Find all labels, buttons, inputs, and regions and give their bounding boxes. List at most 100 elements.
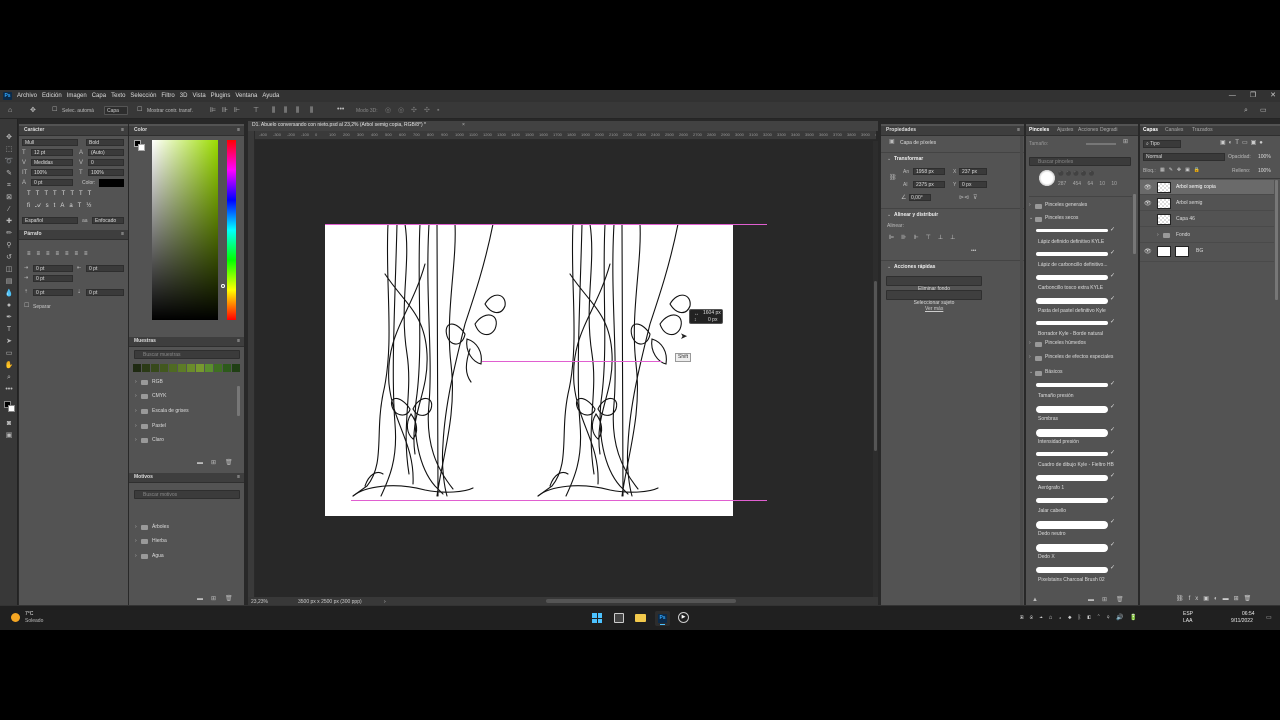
swatch-chip[interactable] <box>133 364 141 372</box>
pattern-group-water[interactable]: › Agua <box>133 550 233 564</box>
background-color-swatch[interactable] <box>8 405 15 412</box>
see-more-link[interactable]: Ver más <box>925 306 943 313</box>
swatch-chip[interactable] <box>160 364 168 372</box>
layers-scrollbar[interactable] <box>1275 180 1278 300</box>
new-pattern-icon[interactable]: ⊞ <box>211 595 216 604</box>
media-player-icon[interactable]: ▶ <box>678 612 689 623</box>
delete-pattern-icon[interactable]: 🗑 <box>225 595 233 604</box>
flip-horizontal-icon[interactable]: ⊳⊲ <box>959 194 969 203</box>
start-button-icon[interactable] <box>592 613 602 623</box>
align-more-icon[interactable]: ••• <box>971 248 976 255</box>
font-family-select[interactable]: Mull <box>22 139 78 146</box>
swatches-scrollbar[interactable] <box>237 386 240 416</box>
hand-icon[interactable]: ✋ <box>4 361 14 371</box>
clock-time[interactable]: 06:54 <box>1242 611 1255 618</box>
canvas-vertical-scrollbar[interactable] <box>873 141 878 597</box>
brush-group-special[interactable]: › Pinceles de efectos especiales <box>1026 352 1131 364</box>
menu-ayuda[interactable]: Ayuda <box>262 93 279 99</box>
height-field[interactable]: 2375 px <box>913 181 945 188</box>
type-icon[interactable]: T <box>4 325 14 335</box>
language-indicator-top[interactable]: ESP <box>1183 611 1193 618</box>
swatch-chip[interactable] <box>205 364 213 372</box>
flip-vertical-icon[interactable]: ⊽ <box>973 194 977 203</box>
align-left-icon[interactable]: ⊫ <box>210 106 216 115</box>
visibility-eye-icon[interactable]: 👁 <box>1144 200 1152 207</box>
horizontal-scale-field[interactable]: 100% <box>88 169 124 176</box>
layer-row[interactable]: 👁 Arbol semig <box>1140 196 1274 211</box>
align-center-icon[interactable]: ⊪ <box>222 106 228 115</box>
menu-archivo[interactable]: Archivo <box>17 93 37 99</box>
new-group-icon[interactable]: ▬ <box>197 459 203 468</box>
menu-seleccion[interactable]: Selección <box>130 93 156 99</box>
visibility-eye-icon[interactable]: 👁 <box>1144 184 1152 191</box>
brush-preset-item[interactable]: ✓ Tamaño presión <box>1026 380 1131 403</box>
new-brush-group-icon[interactable]: ▬ <box>1088 596 1094 605</box>
text-style-buttons[interactable]: TTTTTTTT <box>27 190 96 198</box>
distribute-icon[interactable]: ⫼ <box>272 106 275 115</box>
menu-imagen[interactable]: Imagen <box>67 93 87 99</box>
new-brush-preset-icon[interactable]: ⊞ <box>1102 596 1107 605</box>
x-field[interactable]: 237 px <box>959 168 987 175</box>
group-expand-icon[interactable]: › <box>1157 232 1159 239</box>
pan-3d-icon[interactable]: ✣ <box>411 106 417 115</box>
transform-collapse-icon[interactable]: ⌄ <box>887 156 891 163</box>
leading-field[interactable]: (Auto) <box>88 149 124 156</box>
move-tool-icon[interactable]: ✥ <box>30 106 36 115</box>
tracking-field[interactable]: 0 <box>88 159 124 166</box>
quick-select-icon[interactable]: ✎ <box>4 169 14 179</box>
blend-mode-select[interactable]: Normal <box>1143 153 1225 161</box>
hyphenate-checkbox[interactable]: ☐ <box>24 302 29 311</box>
marquee-icon[interactable]: ⬚ <box>4 145 14 155</box>
scale-3d-icon[interactable]: ▪ <box>437 106 439 115</box>
brush-preset-item[interactable]: ✓ Aerógrafo 1 <box>1026 472 1131 495</box>
distribute-v-icon[interactable]: ⫼ <box>296 106 299 115</box>
menu-capa[interactable]: Capa <box>92 93 106 99</box>
panel-menu-icon[interactable]: ≡ <box>237 474 240 480</box>
color-picker-marker[interactable] <box>221 284 225 288</box>
lasso-icon[interactable]: ➰ <box>4 157 14 167</box>
horizontal-ruler[interactable]: -400 -300 -200 -100 0 100 200 300 400 500 600 700 80… <box>255 131 876 140</box>
font-size-field[interactable]: 12 pt <box>31 149 73 156</box>
bg-color-chip[interactable] <box>138 144 145 151</box>
brush-group-basic[interactable]: ⌄ Básicos <box>1026 367 1131 379</box>
tab-actions[interactable]: Acciones <box>1078 127 1098 133</box>
font-style-select[interactable]: Bold <box>86 139 124 146</box>
show-transform-checkbox[interactable]: ☐ <box>137 106 142 115</box>
swatch-chip[interactable] <box>232 364 240 372</box>
swatch-chip[interactable] <box>214 364 222 372</box>
layer-name[interactable]: BG <box>1196 248 1203 255</box>
swatch-group-cmyk[interactable]: › CMYK <box>133 390 233 404</box>
text-color-swatch[interactable] <box>99 179 124 187</box>
crop-icon[interactable]: ⌗ <box>4 181 14 191</box>
layer-row[interactable]: 👁 Arbol semig copia <box>1140 180 1274 195</box>
indent-first-field[interactable]: 0 pt <box>33 275 73 282</box>
brush-preset-dots[interactable]: ⚫ ⚫ ⚫ ⚫ ⚫ <box>1058 171 1095 178</box>
menu-vista[interactable]: Vista <box>192 93 205 99</box>
vertical-scroll-thumb[interactable] <box>874 281 877 451</box>
photoshop-logo-icon[interactable]: Ps <box>3 92 12 100</box>
swatch-chip[interactable] <box>196 364 204 372</box>
brush-icon[interactable]: ✏ <box>4 229 14 239</box>
visibility-eye-icon[interactable]: 👁 <box>1144 248 1152 255</box>
slide-3d-icon[interactable]: ✣ <box>424 106 430 115</box>
menu-ventana[interactable]: Ventana <box>235 93 257 99</box>
layer-row[interactable]: 👁 BG <box>1140 244 1274 262</box>
swatch-chip[interactable] <box>169 364 177 372</box>
move-icon[interactable]: ✥ <box>4 133 14 143</box>
align-buttons[interactable]: ⊫⊪⊩⊤⊥⊥ <box>889 234 962 242</box>
brushes-search-input[interactable]: Buscar pinceles <box>1029 157 1131 166</box>
search-icon[interactable]: ⌕ <box>1244 106 1248 115</box>
tab-gradients[interactable]: Degradi <box>1100 127 1118 133</box>
eyedropper-icon[interactable]: ⁄ <box>4 205 14 215</box>
swatch-group-pastel[interactable]: › Pastel <box>133 420 233 434</box>
brush-size-slider[interactable] <box>1086 143 1116 145</box>
tab-channels[interactable]: Canales <box>1165 127 1183 133</box>
tab-layers[interactable]: Capas <box>1143 127 1158 133</box>
weather-temp[interactable]: 7°C <box>25 611 33 618</box>
swatch-chip[interactable] <box>223 364 231 372</box>
brush-preset-item[interactable]: ✓ Cuadro de dibujo Kyle - Fieltro HB <box>1026 449 1131 472</box>
roll-3d-icon[interactable]: ◎ <box>398 106 404 115</box>
select-subject-button[interactable]: Seleccionar sujeto <box>886 290 982 306</box>
photoshop-taskbar-active[interactable]: Ps <box>655 611 670 626</box>
workspace-icon[interactable]: ▭ <box>1260 106 1267 115</box>
